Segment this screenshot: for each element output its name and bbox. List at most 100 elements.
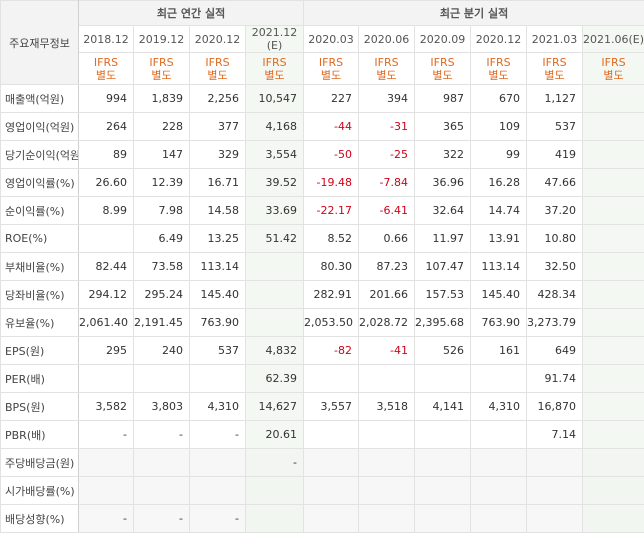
value-cell: 763.90 <box>470 308 528 337</box>
value-cell: 526 <box>414 336 472 365</box>
value-cell <box>470 476 528 505</box>
value-cell: 37.20 <box>526 196 584 225</box>
value-cell: 109 <box>470 112 528 141</box>
value-cell <box>78 364 134 393</box>
value-cell <box>244 252 305 281</box>
value-cell <box>414 420 472 449</box>
value-cell <box>526 504 584 533</box>
value-cell: 987 <box>414 84 472 113</box>
value-cell <box>78 476 134 505</box>
table-row: 당기순이익(억원) 89 147 329 3,554 -50 -25 322 99 419 <box>0 140 644 169</box>
table-row: 주당배당금(원) - <box>0 448 644 477</box>
value-cell: 377 <box>189 112 246 141</box>
row-label: 배당성향(%) <box>0 504 79 533</box>
ifrs-separate-label: IFRS 별도 <box>582 52 644 85</box>
value-cell: 147 <box>133 140 190 169</box>
row-label: 당좌비율(%) <box>0 280 79 309</box>
value-cell: 73.58 <box>133 252 190 281</box>
value-cell: 4,168 <box>244 112 305 141</box>
financial-summary-table: 주요재무정보 최근 연간 실적 최근 분기 실적 2018.12 2019.12… <box>0 0 644 533</box>
value-cell: 2,028.72 <box>358 308 416 337</box>
value-cell <box>414 364 472 393</box>
value-cell <box>244 280 305 309</box>
period-2020-06: 2020.06 <box>358 25 416 53</box>
value-cell <box>414 504 472 533</box>
row-label: PER(배) <box>0 364 79 393</box>
value-cell <box>303 420 360 449</box>
value-cell: 26.60 <box>78 168 134 197</box>
period-2021-03: 2021.03 <box>526 25 584 53</box>
value-cell: -25 <box>358 140 416 169</box>
table-row: 당좌비율(%) 294.12 295.24 145.40 282.91 201.66 157… <box>0 280 644 309</box>
value-cell: 12.39 <box>133 168 190 197</box>
value-cell: 16.28 <box>470 168 528 197</box>
value-cell: -22.17 <box>303 196 360 225</box>
value-cell: 32.50 <box>526 252 584 281</box>
row-label: 부채비율(%) <box>0 252 79 281</box>
value-cell <box>470 504 528 533</box>
value-cell: 113.14 <box>470 252 528 281</box>
value-cell: 8.99 <box>78 196 134 225</box>
value-cell <box>358 504 416 533</box>
value-cell: 3,582 <box>78 392 134 421</box>
value-cell <box>358 448 416 477</box>
value-cell: -7.84 <box>358 168 416 197</box>
value-cell: 145.40 <box>189 280 246 309</box>
value-cell: 365 <box>414 112 472 141</box>
value-cell: 3,803 <box>133 392 190 421</box>
value-cell: 4,141 <box>414 392 472 421</box>
value-cell: 3,273.79 <box>526 308 584 337</box>
ifrs-separate-label: IFRS 별도 <box>189 52 246 85</box>
value-cell: 670 <box>470 84 528 113</box>
ifrs-separate-label: IFRS 별도 <box>414 52 472 85</box>
ifrs-separate-label: IFRS 별도 <box>526 52 584 85</box>
value-cell: 763.90 <box>189 308 246 337</box>
ifrs-row: IFRS 별도 IFRS 별도 IFRS 별도 IFRS 별도 IFRS 별도 IFRS 별도 IFRS… <box>1 52 644 85</box>
value-cell <box>582 224 644 253</box>
value-cell: 228 <box>133 112 190 141</box>
value-cell: 394 <box>358 84 416 113</box>
value-cell: 11.97 <box>414 224 472 253</box>
table-row: BPS(원) 3,582 3,803 4,310 14,627 3,557 3,518 4,1… <box>0 392 644 421</box>
row-label: 영업이익률(%) <box>0 168 79 197</box>
row-label: 순이익률(%) <box>0 196 79 225</box>
value-cell: - <box>133 420 190 449</box>
value-cell <box>78 224 134 253</box>
value-cell: 3,557 <box>303 392 360 421</box>
period-2020-09: 2020.09 <box>414 25 472 53</box>
value-cell: 145.40 <box>470 280 528 309</box>
value-cell <box>582 504 644 533</box>
table-row: 영업이익률(%) 26.60 12.39 16.71 39.52 -19.48 -7.84 3… <box>0 168 644 197</box>
value-cell: 419 <box>526 140 584 169</box>
ifrs-separate-label: IFRS 별도 <box>303 52 360 85</box>
table-row: 배당성향(%) - - - <box>0 504 644 533</box>
value-cell: -31 <box>358 112 416 141</box>
row-label: BPS(원) <box>0 392 79 421</box>
value-cell: 2,061.40 <box>78 308 134 337</box>
table-row: 부채비율(%) 82.44 73.58 113.14 80.30 87.23 107.47 1… <box>0 252 644 281</box>
value-cell: - <box>78 504 134 533</box>
value-cell <box>358 364 416 393</box>
row-label: EPS(원) <box>0 336 79 365</box>
period-2020-03: 2020.03 <box>303 25 360 53</box>
value-cell: 4,310 <box>470 392 528 421</box>
value-cell: 4,310 <box>189 392 246 421</box>
value-cell: 2,053.50 <box>303 308 360 337</box>
value-cell <box>303 476 360 505</box>
period-2020-12-q: 2020.12 <box>470 25 528 53</box>
value-cell: 33.69 <box>244 196 305 225</box>
value-cell: 295.24 <box>133 280 190 309</box>
value-cell: 36.96 <box>414 168 472 197</box>
value-cell: 16.71 <box>189 168 246 197</box>
value-cell: 649 <box>526 336 584 365</box>
row-label: 당기순이익(억원) <box>0 140 79 169</box>
value-cell <box>582 84 644 113</box>
value-cell <box>358 420 416 449</box>
table-row: 유보율(%) 2,061.40 2,191.45 763.90 2,053.50 2,02… <box>0 308 644 337</box>
value-cell: 2,256 <box>189 84 246 113</box>
value-cell: 0.66 <box>358 224 416 253</box>
value-cell <box>526 476 584 505</box>
value-cell: 294.12 <box>78 280 134 309</box>
value-cell: 282.91 <box>303 280 360 309</box>
value-cell: - <box>78 420 134 449</box>
